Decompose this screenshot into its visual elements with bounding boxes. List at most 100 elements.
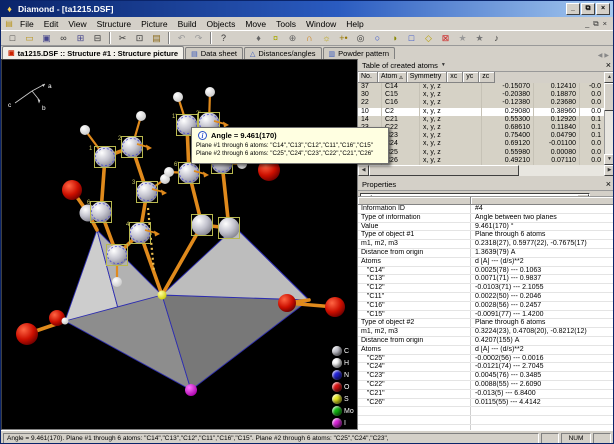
structure-tool-button[interactable]: ⊕ [284, 31, 301, 45]
scroll-right-icon[interactable]: ▶ [604, 165, 614, 176]
toolbar-button[interactable]: ? [215, 31, 232, 45]
toolbar-button[interactable]: ↷ [190, 31, 207, 45]
menu-item[interactable]: Picture [136, 19, 172, 29]
property-row[interactable] [358, 416, 614, 425]
title-bar[interactable]: ♦ Diamond - [ta1215.DSF] _ ⧉ × [1, 1, 613, 17]
structure-tool-button[interactable]: +• [335, 31, 352, 45]
column-header[interactable]: No. [358, 72, 378, 83]
scrollbar-thumb[interactable] [369, 165, 519, 176]
property-row[interactable]: "C21" -0.013(5) --- 6.8400 [358, 390, 614, 399]
property-row[interactable]: Value 9.461(170) ° [358, 223, 614, 232]
structure-tool-button[interactable]: ◑ [386, 31, 403, 45]
column-header[interactable]: Atom▵ [378, 72, 407, 83]
minimize-button[interactable]: _ [566, 3, 580, 15]
toolbar-button[interactable]: ▣ [38, 31, 55, 45]
menu-item[interactable]: Move [240, 19, 271, 29]
menu-item[interactable]: Window [301, 19, 341, 29]
scrollbar-thumb[interactable] [604, 83, 614, 111]
atom-table-row[interactable]: 33 C23 x, y, z 0.75400 0.04790 0.1 [358, 132, 604, 140]
atom-table-row[interactable]: 40 C24 x, y, z 0.69120 -0.01100 0.0 [358, 140, 604, 148]
toolbar-button[interactable]: ⊟ [89, 31, 106, 45]
property-row[interactable]: "C15" -0.0091(77) --- 1.4200 [358, 311, 614, 320]
property-row[interactable]: Information ID #4 [358, 205, 614, 214]
vertex-atom[interactable] [62, 318, 69, 325]
toolbar-button[interactable]: ▤ [148, 31, 165, 45]
structure-tool-button[interactable]: ∩ [301, 31, 318, 45]
panel-menu-icon[interactable]: ▼ [441, 62, 446, 68]
menu-item[interactable]: Tools [271, 19, 301, 29]
toolbar-button[interactable]: ↶ [173, 31, 190, 45]
structure-scene[interactable]: a b c [2, 60, 359, 431]
structure-tool-button[interactable]: ¤ [267, 31, 284, 45]
property-row[interactable]: "C12" -0.0103(71) --- 2.1055 [358, 284, 614, 293]
menu-item[interactable]: Help [341, 19, 368, 29]
structure-tool-button[interactable]: ○ [369, 31, 386, 45]
scroll-down-icon[interactable]: ▼ [604, 154, 614, 165]
property-row[interactable]: "C13" 0.0071(71) --- 0.9837 [358, 275, 614, 284]
atoms-vertical-scrollbar[interactable]: ▲ ▼ [604, 72, 614, 165]
structure-tool-button[interactable]: ★ [471, 31, 488, 45]
toolbar-button[interactable]: ⊡ [131, 31, 148, 45]
close-button[interactable]: × [596, 3, 610, 15]
document-tab[interactable]: ▣ ta1215.DSF :: Structure #1 : Structure… [2, 46, 184, 59]
column-header[interactable]: zc [479, 72, 495, 83]
atom-table-row[interactable]: 22 C16 x, y, z -0.12380 0.23680 0.0 [358, 99, 604, 107]
property-row[interactable]: Type of object #1 Plane through 6 atoms [358, 231, 614, 240]
structure-tool-button[interactable]: ◇ [420, 31, 437, 45]
toolbar-button[interactable]: ▭ [21, 31, 38, 45]
property-row[interactable]: "C26" 0.0115(55) --- 4.4142 [358, 399, 614, 408]
column-header[interactable]: Symmetry [407, 72, 448, 83]
structure-picture-view[interactable]: a b c [1, 59, 358, 430]
structure-tool-button[interactable]: ◎ [352, 31, 369, 45]
document-tab[interactable]: ▥ Powder pattern [323, 47, 396, 59]
toolbar-button[interactable]: ⊞ [72, 31, 89, 45]
structure-tool-button[interactable]: ♦ [250, 31, 267, 45]
restore-button[interactable]: ⧉ [581, 3, 595, 15]
tab-scroll-left-icon[interactable]: ◀ [598, 52, 603, 59]
property-row[interactable]: Type of information Angle between two pl… [358, 214, 614, 223]
menu-item[interactable]: File [15, 19, 39, 29]
atom-table-row[interactable]: 30 C15 x, y, z -0.20380 0.18870 0.0 [358, 91, 604, 99]
menu-item[interactable]: Edit [39, 19, 64, 29]
property-row[interactable]: Type of object #2 Plane through 6 atoms [358, 319, 614, 328]
atom-table-row[interactable]: 37 C14 x, y, z -0.15070 0.12410 -0.0 [358, 83, 604, 91]
structure-tool-button[interactable]: ♪ [488, 31, 505, 45]
property-row[interactable]: Atoms d [Å] --- (d/s)**2 [358, 258, 614, 267]
structure-tool-button[interactable]: ⊠ [437, 31, 454, 45]
doc-restore-button[interactable]: ⧉ [593, 19, 598, 29]
property-row[interactable]: "C25" -0.0002(56) --- 0.0016 [358, 355, 614, 364]
column-header[interactable]: xc [447, 72, 463, 83]
property-row[interactable]: m1, m2, m3 0.2318(27), 0.5977(22), -0.76… [358, 240, 614, 249]
structure-tool-button[interactable]: ☼ [318, 31, 335, 45]
sulfur-atom[interactable] [158, 291, 167, 300]
scroll-left-icon[interactable]: ◀ [358, 165, 369, 176]
document-tab[interactable]: ▤ Data sheet [185, 47, 243, 59]
property-row[interactable] [358, 407, 614, 416]
property-row[interactable]: "C24" -0.0121(74) --- 2.7045 [358, 363, 614, 372]
properties-panel-header[interactable]: Properties × [358, 178, 614, 191]
doc-close-button[interactable]: × [603, 19, 607, 29]
menu-item[interactable]: Structure [92, 19, 137, 29]
atoms-panel-close-icon[interactable]: × [606, 61, 611, 70]
property-row[interactable]: "C22" 0.0088(55) --- 2.6090 [358, 381, 614, 390]
properties-panel-close-icon[interactable]: × [606, 180, 611, 189]
doc-minimize-button[interactable]: _ [585, 19, 589, 29]
structure-tool-button[interactable]: ★ [454, 31, 471, 45]
tab-scroll-right-icon[interactable]: ▶ [604, 52, 609, 59]
toolbar-button[interactable]: □ [4, 31, 21, 45]
iodine-atom[interactable] [185, 384, 197, 396]
scroll-up-icon[interactable]: ▲ [604, 72, 614, 83]
toolbar-button[interactable]: ∞ [55, 31, 72, 45]
document-tab[interactable]: △ Distances/angles [244, 47, 322, 59]
atom-table-row[interactable]: 34 C25 x, y, z 0.55980 0.00080 0.0 [358, 149, 604, 157]
column-header[interactable]: yc [463, 72, 479, 83]
property-row[interactable]: m1, m2, m3 0.3224(23), 0.4708(20), -0.82… [358, 328, 614, 337]
atom-table-row[interactable]: 23 C22 x, y, z 0.68610 0.11840 0.1 [358, 124, 604, 132]
document-icon[interactable]: ▤ [3, 19, 15, 28]
atom-table-row[interactable]: 14 C21 x, y, z 0.55300 0.12920 0.1 [358, 116, 604, 124]
atom-table-row[interactable]: 10 C2 x, y, z 0.29080 0.38960 0.0 [358, 108, 604, 116]
structure-tool-button[interactable]: □ [403, 31, 420, 45]
property-row[interactable]: Distance from origin 1.3639(79) Å [358, 249, 614, 258]
menu-item[interactable]: Objects [202, 19, 241, 29]
property-row[interactable]: Distance from origin 0.4207(155) Å [358, 337, 614, 346]
